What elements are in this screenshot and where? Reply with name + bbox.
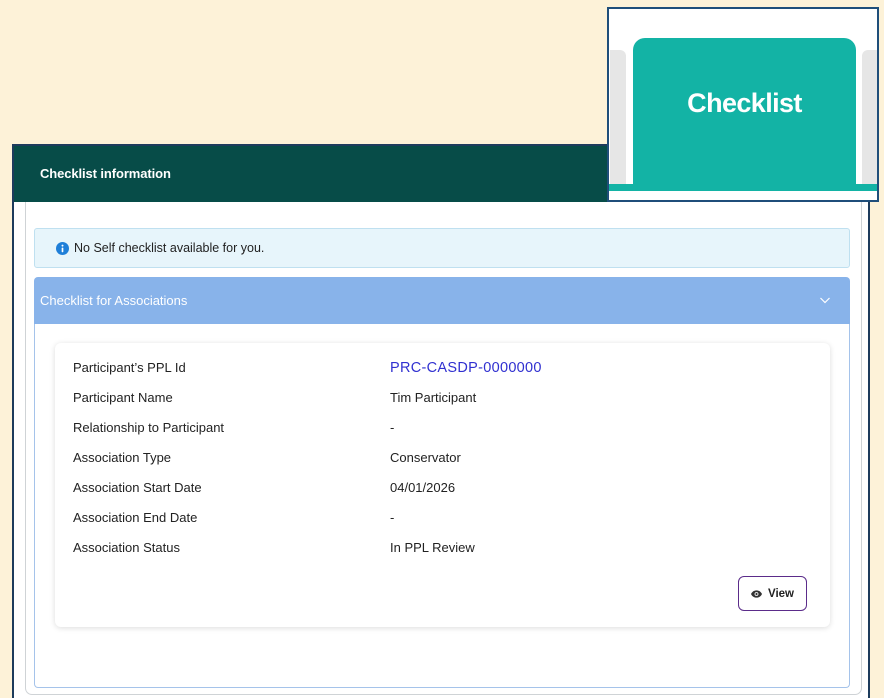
detail-row-start-date: Association Start Date 04/01/2026 [55,473,830,503]
info-icon [56,242,69,255]
zoom-callout: Checklist [607,7,879,202]
accordion-body: Participant’s PPL Id PRC-CASDP-0000000 P… [34,324,850,688]
association-details: Participant’s PPL Id PRC-CASDP-0000000 P… [55,353,830,563]
detail-label: Association End Date [73,510,198,525]
accordion-title: Checklist for Associations [40,293,188,308]
tab-checklist[interactable]: Checklist [633,38,856,184]
detail-row-status: Association Status In PPL Review [55,533,830,563]
detail-value: Conservator [390,450,461,465]
tab-checklist-label: Checklist [687,88,802,118]
detail-row-association-type: Association Type Conservator [55,443,830,473]
detail-value: 04/01/2026 [390,480,456,495]
detail-label: Participant Name [73,390,173,405]
info-alert: No Self checklist available for you. [34,228,850,268]
detail-row-end-date: Association End Date - [55,503,830,533]
adjacent-tab-left[interactable] [610,50,626,184]
association-card: Participant’s PPL Id PRC-CASDP-0000000 P… [55,343,830,627]
accordion-header-associations[interactable]: Checklist for Associations [34,277,850,324]
detail-value: Tim Participant [390,390,477,405]
detail-row-relationship: Relationship to Participant - [55,413,830,443]
detail-value: In PPL Review [390,540,475,555]
panel-body: No Self checklist available for you. Che… [25,202,862,695]
eye-icon [751,589,762,598]
ppl-id-link[interactable]: PRC-CASDP-0000000 [390,353,542,383]
detail-value: - [390,510,395,525]
checklist-panel: Checklist information No Self checklist … [12,144,870,698]
view-button-label: View [768,587,794,600]
detail-label: Association Status [73,540,180,555]
alert-message: No Self checklist available for you. [74,241,265,255]
detail-row-participant-name: Participant Name Tim Participant [55,383,830,413]
view-button[interactable]: View [738,576,807,611]
detail-row-ppl-id: Participant’s PPL Id PRC-CASDP-0000000 [55,353,830,383]
active-tab-underline [609,184,877,191]
detail-label: Relationship to Participant [73,420,225,435]
detail-label: Participant’s PPL Id [73,360,186,375]
detail-label: Association Start Date [73,480,202,495]
detail-label: Association Type [73,450,172,465]
adjacent-tab-right[interactable] [862,50,877,184]
chevron-down-icon[interactable] [819,295,831,305]
detail-value: - [390,420,395,435]
